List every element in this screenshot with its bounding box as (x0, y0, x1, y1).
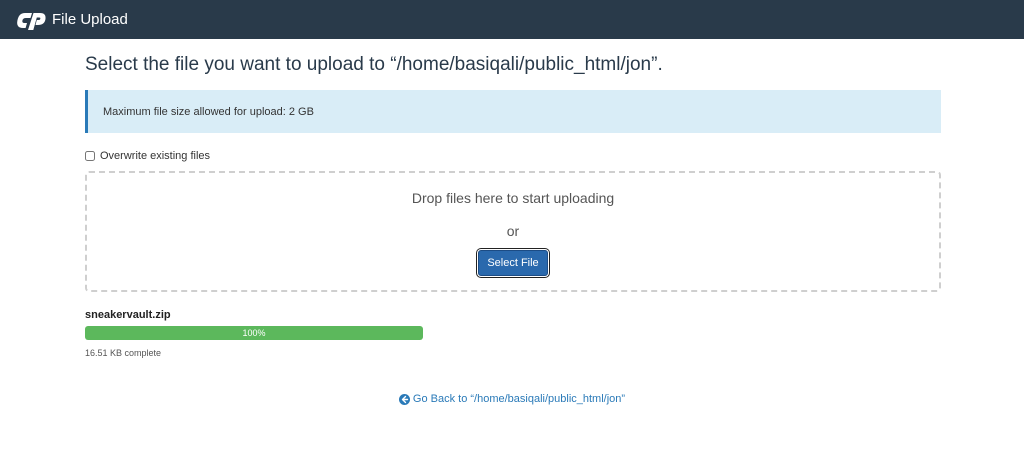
upload-progress-label: 100% (242, 328, 266, 338)
main-content: Select the file you want to upload to “/… (85, 39, 941, 358)
top-bar: File Upload (0, 0, 1024, 39)
select-file-button[interactable]: Select File (478, 250, 548, 276)
go-back-link[interactable]: Go Back to “/home/basiqali/public_html/j… (398, 393, 626, 405)
cpanel-logo-icon[interactable] (15, 9, 49, 31)
max-file-size-message: Maximum file size allowed for upload: 2 … (103, 105, 314, 118)
go-back-label: Go Back to “/home/basiqali/public_html/j… (412, 393, 626, 405)
or-separator: or (506, 223, 520, 239)
overwrite-checkbox[interactable] (85, 151, 95, 161)
overwrite-label: Overwrite existing files (100, 150, 211, 162)
upload-status: 16.51 KB complete (85, 348, 162, 358)
uploaded-file-name: sneakervault.zip (85, 309, 171, 321)
overwrite-option[interactable]: Overwrite existing files (85, 150, 941, 162)
go-back-container: Go Back to “/home/basiqali/public_html/j… (0, 393, 1024, 408)
arrow-circle-left-icon (398, 393, 410, 405)
upload-progress-bar: 100% (85, 326, 423, 340)
info-alert: Maximum file size allowed for upload: 2 … (85, 90, 941, 133)
upload-progress-fill: 100% (85, 326, 423, 340)
drop-instructions: Drop files here to start uploading (411, 190, 615, 206)
file-dropzone[interactable]: Drop files here to start uploading or Se… (85, 171, 941, 292)
app-title: File Upload (52, 11, 128, 28)
page-title: Select the file you want to upload to “/… (85, 54, 663, 75)
